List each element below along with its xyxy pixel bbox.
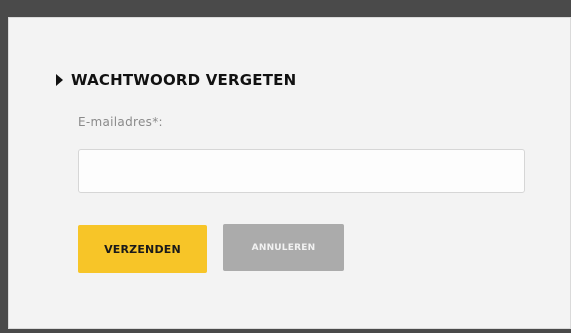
email-field[interactable] bbox=[78, 149, 525, 193]
triangle-right-icon bbox=[56, 74, 63, 86]
email-label: E-mailadres*: bbox=[78, 115, 163, 129]
submit-button[interactable]: VERZENDEN bbox=[78, 225, 207, 273]
form-heading: WACHTWOORD VERGETEN bbox=[56, 70, 296, 90]
form-title: WACHTWOORD VERGETEN bbox=[71, 71, 297, 89]
cancel-button[interactable]: ANNULEREN bbox=[223, 224, 344, 271]
forgot-password-panel: WACHTWOORD VERGETEN E-mailadres*: VERZEN… bbox=[8, 17, 571, 329]
